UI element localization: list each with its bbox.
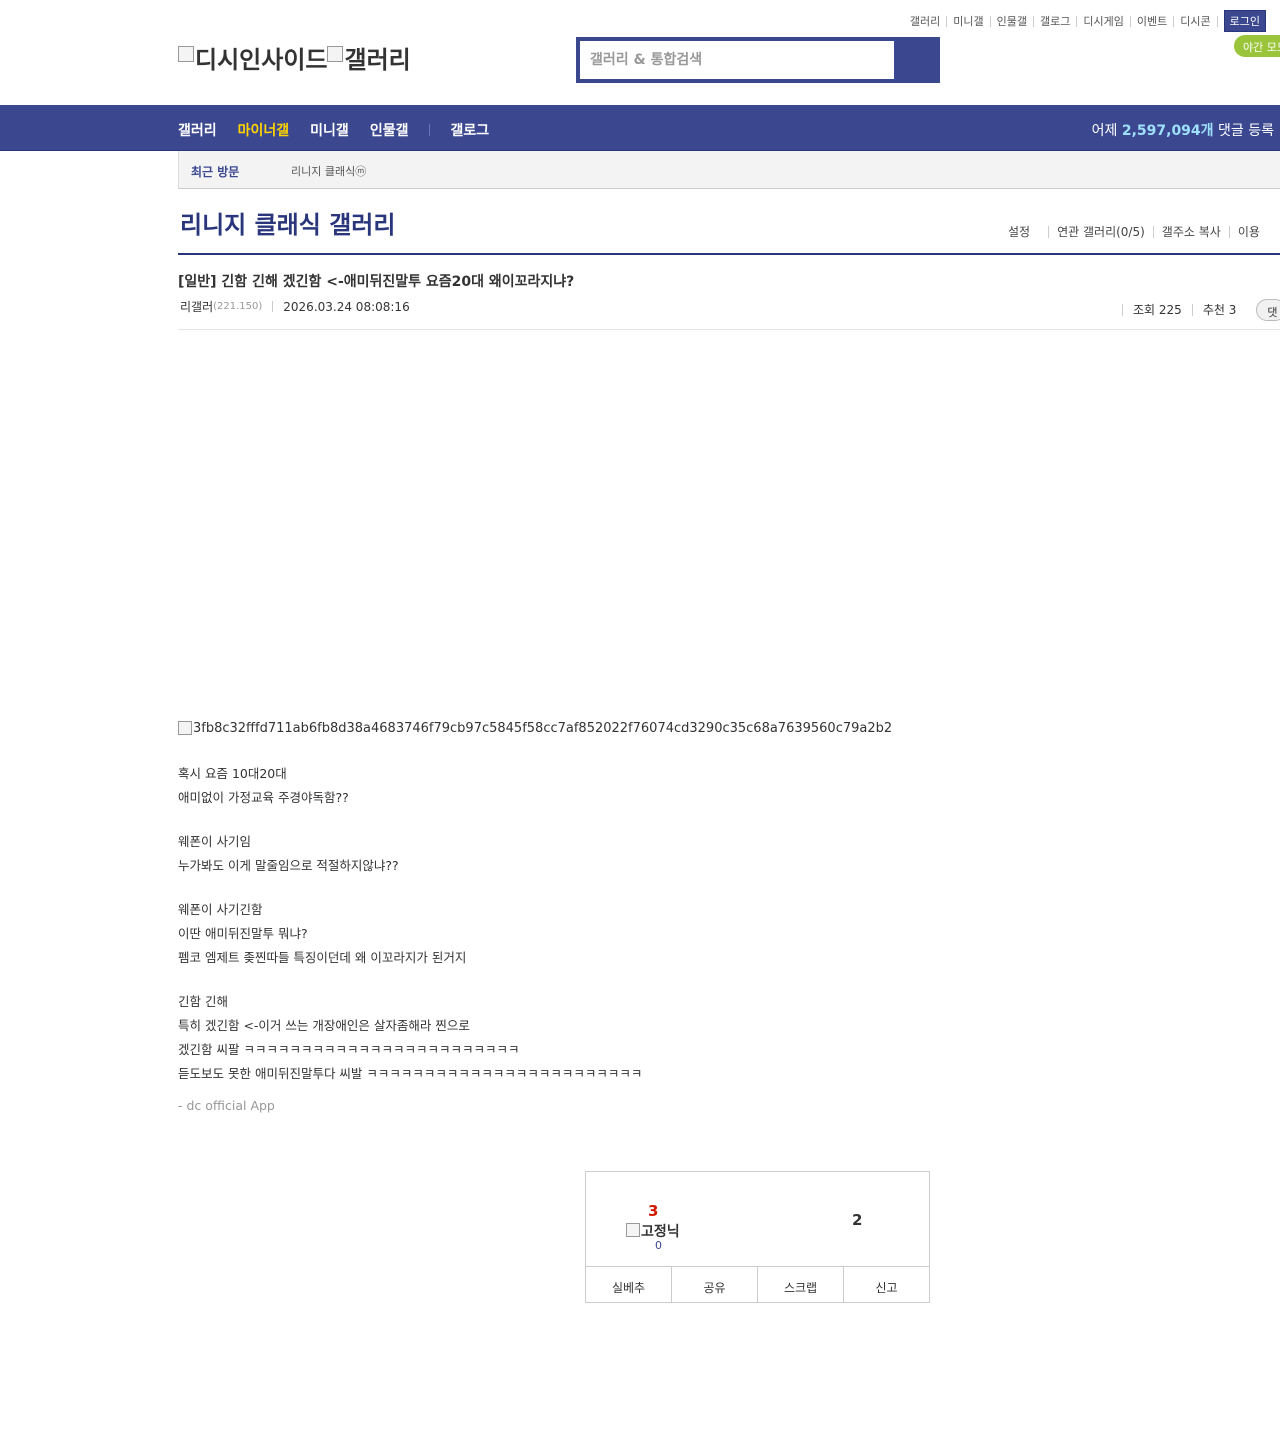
broken-image-icon xyxy=(626,1223,640,1237)
recommend-fixed-nick: 고정닉 xyxy=(626,1221,680,1241)
site-logo[interactable]: 디시인사이드 갤러리 xyxy=(178,40,411,75)
recommend-fixed-label: 고정닉 xyxy=(641,1224,680,1240)
content-line: 웨폰이 사기임 xyxy=(178,834,251,849)
search-input[interactable] xyxy=(580,41,894,79)
comment-jump-button[interactable]: 댓 xyxy=(1256,299,1280,321)
login-button[interactable]: 로그인 xyxy=(1223,10,1266,32)
gnb-divider xyxy=(429,124,431,136)
content-line: 혹시 요즘 10대20대 xyxy=(178,766,287,781)
post-image-alt: 3fb8c32fffd711ab6fb8d38a4683746f79cb97c5… xyxy=(193,721,893,736)
gallery-option-copy-url[interactable]: 갤주소 복사 xyxy=(1152,226,1229,238)
logo-section: 갤러리 xyxy=(344,46,411,74)
post-meta: 리갤러 (221.150) 2026.03.24 08:08:16 xyxy=(180,298,410,315)
content-line: 애미없이 가정교육 주경야독함?? xyxy=(178,790,349,805)
gnb-menu: 갤러리 마이너갤 미니갤 인물갤 갤로그 xyxy=(178,120,510,140)
meta-divider xyxy=(272,301,274,312)
post-views: 조회 225 xyxy=(1122,304,1192,316)
recommend-box: 3 고정닉 0 2 실베추 공유 스크랩 신고 xyxy=(585,1171,930,1303)
gallery-option-related[interactable]: 연관 갤러리(0/5) xyxy=(1048,226,1153,238)
content-line: 웨폰이 사기긴함 xyxy=(178,902,263,917)
post-author[interactable]: 리갤러 xyxy=(180,298,213,315)
content-line: 긴함 긴해 xyxy=(178,994,228,1009)
util-link-gallog[interactable]: 갤로그 xyxy=(1034,15,1078,27)
recommend-buttons: 실베추 공유 스크랩 신고 xyxy=(586,1266,929,1303)
recommend-up-count[interactable]: 3 xyxy=(648,1202,658,1220)
best-recommend-button[interactable]: 실베추 xyxy=(586,1267,672,1303)
search-button[interactable] xyxy=(894,41,936,79)
post-date: 2026.03.24 08:08:16 xyxy=(283,299,410,314)
comment-count: 어제 2,597,094개 댓글 등록 xyxy=(1092,120,1274,140)
recent-visit-title[interactable]: 최근 방문 xyxy=(191,163,239,180)
content-line: 듣도보도 못한 애미뒤진말투다 씨발 ㅋㅋㅋㅋㅋㅋㅋㅋㅋㅋㅋㅋㅋㅋㅋㅋㅋㅋㅋㅋㅋ… xyxy=(178,1066,643,1081)
util-link-gallery[interactable]: 갤러리 xyxy=(904,15,948,27)
global-nav: 갤러리 마이너갤 미니갤 인물갤 갤로그 어제 2,597,094개 댓글 등록 xyxy=(0,105,1280,151)
scrap-button[interactable]: 스크랩 xyxy=(758,1267,844,1303)
util-link-dccon[interactable]: 디시콘 xyxy=(1174,15,1218,27)
gallery-title[interactable]: 리니지 클래식 갤러리 xyxy=(180,205,395,240)
content-line: 누가봐도 이게 말줄임으로 적절하지않냐?? xyxy=(178,858,399,873)
content-line: 펨코 엠제트 좆찐따들 특징이던데 왜 이꼬라지가 된거지 xyxy=(178,950,467,965)
recommend-fixed-count: 0 xyxy=(655,1239,662,1252)
gallery-option-settings[interactable]: 설정 xyxy=(1008,226,1048,238)
util-link-minigall[interactable]: 미니갤 xyxy=(947,15,991,27)
util-link-game[interactable]: 디시게임 xyxy=(1077,15,1131,27)
post-stats: 조회 225 추천 3 댓 xyxy=(1122,299,1280,321)
post-image[interactable]: 3fb8c32fffd711ab6fb8d38a4683746f79cb97c5… xyxy=(178,720,893,736)
comment-count-prefix: 어제 xyxy=(1091,123,1118,139)
broken-image-icon xyxy=(327,45,344,62)
gnb-item-minor[interactable]: 마이너갤 xyxy=(238,120,290,140)
post-recommends: 추천 3 xyxy=(1191,304,1247,316)
comment-count-value: 2,597,094개 xyxy=(1121,123,1214,139)
content-line: 겠긴함 씨팔 ㅋㅋㅋㅋㅋㅋㅋㅋㅋㅋㅋㅋㅋㅋㅋㅋㅋㅋㅋㅋㅋㅋㅋㅋ xyxy=(178,1042,520,1057)
broken-image-icon xyxy=(178,720,192,735)
comment-count-suffix: 댓글 등록 xyxy=(1218,123,1274,139)
recent-visit-bar: 최근 방문 리니지 클래식ⓜ xyxy=(178,151,1280,189)
recent-visit-item[interactable]: 리니지 클래식ⓜ xyxy=(291,163,366,179)
post-title: [일반] 긴함 긴해 겠긴함 <-애미뒤진말투 요즘20대 왜이꼬라지냐? xyxy=(178,274,575,290)
gallery-option-usage[interactable]: 이용 xyxy=(1228,226,1268,238)
util-links: 갤러리 미니갤 인물갤 갤로그 디시게임 이벤트 디시콘 로그인 xyxy=(904,10,1266,32)
gallery-title-divider xyxy=(178,253,1280,255)
gallery-options: 설정 연관 갤러리(0/5) 갤주소 복사 이용 xyxy=(1008,226,1268,238)
gnb-item-gallery[interactable]: 갤러리 xyxy=(178,120,217,140)
report-button[interactable]: 신고 xyxy=(844,1267,929,1303)
gnb-item-mini[interactable]: 미니갤 xyxy=(310,120,349,140)
search-box xyxy=(576,37,940,83)
post-header-divider xyxy=(178,329,1280,330)
gnb-item-person[interactable]: 인물갤 xyxy=(370,120,409,140)
content-line: 특히 겠긴함 <-이거 쓰는 개장애인은 살자좀해라 찐으로 xyxy=(178,1018,470,1033)
broken-image-icon xyxy=(178,45,194,62)
post-content: 혹시 요즘 10대20대 애미없이 가정교육 주경야독함?? 웨폰이 사기임 누… xyxy=(178,762,642,1086)
share-button[interactable]: 공유 xyxy=(672,1267,758,1303)
night-mode-toggle[interactable]: 야간 모드 xyxy=(1234,35,1280,57)
recommend-down-count[interactable]: 2 xyxy=(852,1211,862,1229)
content-line: 이딴 애미뒤진말투 뭐냐? xyxy=(178,926,308,941)
util-link-person[interactable]: 인물갤 xyxy=(991,15,1035,27)
app-signature: - dc official App xyxy=(178,1098,275,1113)
logo-brand: 디시인사이드 xyxy=(195,46,328,74)
gnb-item-gallog[interactable]: 갤로그 xyxy=(450,120,489,140)
post-author-ip: (221.150) xyxy=(213,301,263,312)
util-link-event[interactable]: 이벤트 xyxy=(1131,15,1175,27)
